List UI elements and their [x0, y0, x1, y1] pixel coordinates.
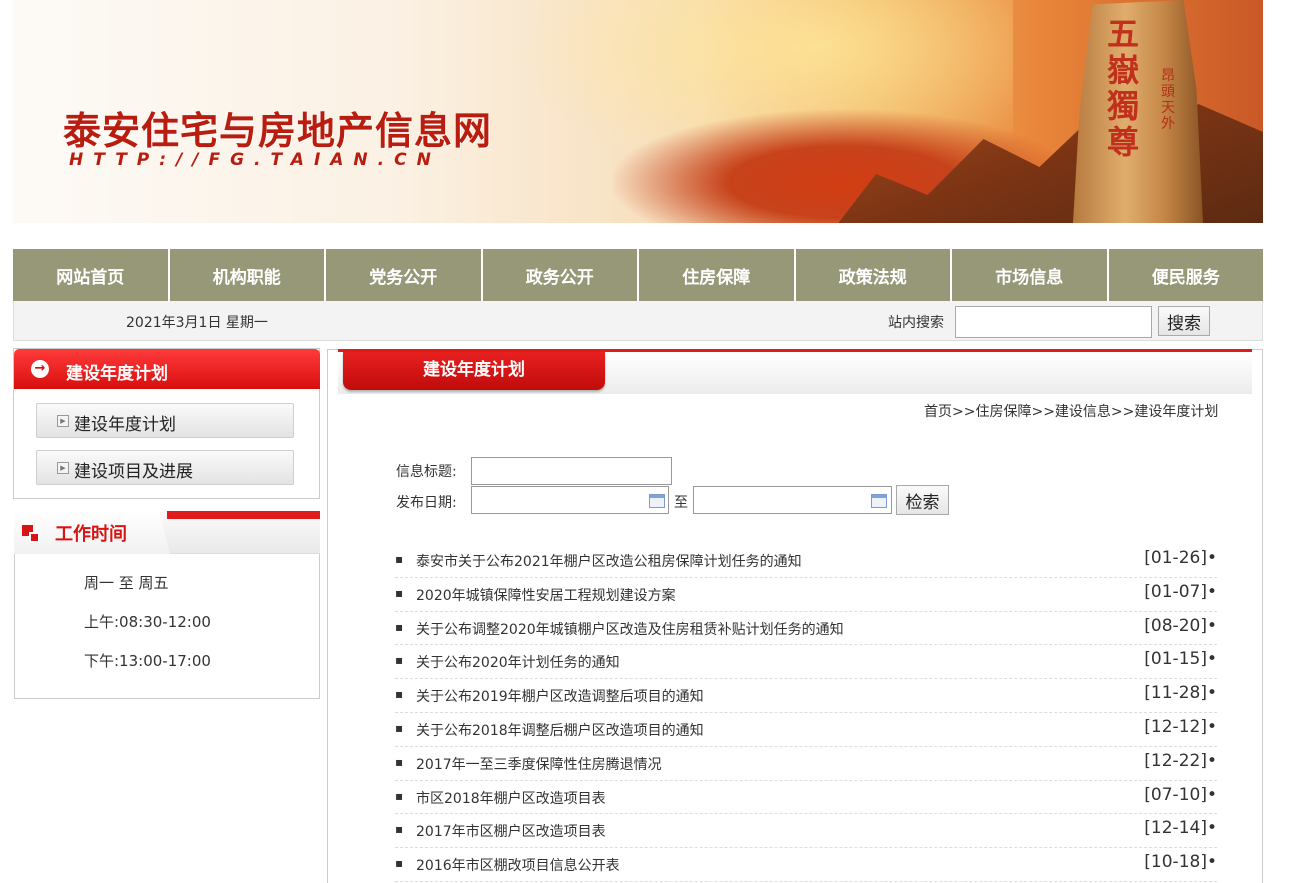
nav-item-market-info[interactable]: 市场信息	[952, 249, 1109, 301]
main-section-tab: 建设年度计划	[343, 352, 605, 390]
bullet-icon: ▪	[395, 687, 404, 702]
bullet-icon: ▪	[395, 856, 404, 871]
list-item-title[interactable]: 关于公布2020年计划任务的通知	[416, 652, 620, 672]
list-item-title[interactable]: 2016年市区棚改项目信息公开表	[416, 855, 620, 875]
end-date-input[interactable]	[693, 486, 892, 514]
sidebar-menu-header: → 建设年度计划	[14, 349, 320, 389]
sidebar-item-label: 建设年度计划	[74, 415, 176, 435]
bullet-icon: ▪	[395, 720, 404, 735]
sidebar-item-project-progress[interactable]: ▶ 建设项目及进展	[36, 450, 294, 485]
site-url: HTTP://FG.TAIAN.CN	[69, 150, 441, 170]
banner-rock-small-inscription: 昂頭天外	[1161, 68, 1175, 132]
sidebar-item-label: 建设项目及进展	[74, 462, 193, 482]
nav-item-organization[interactable]: 机构职能	[169, 249, 326, 301]
bullet-icon: ▪	[395, 619, 404, 634]
work-hours-title: 工作时间	[55, 524, 127, 545]
site-banner: 五嶽獨尊 昂頭天外 泰安住宅与房地产信息网 HTTP://FG.TAIAN.CN	[13, 0, 1263, 223]
sidebar-menu-title: 建设年度计划	[66, 364, 168, 384]
sidebar-item-annual-plan[interactable]: ▶ 建设年度计划	[36, 403, 294, 438]
nav-item-party-affairs[interactable]: 党务公开	[326, 249, 483, 301]
list-item-date: [07-10]•	[1144, 784, 1217, 805]
list-item[interactable]: ▪ 关于公布2018年调整后棚户区改造项目的通知 [12-12]•	[395, 713, 1217, 747]
bullet-icon: ▪	[395, 653, 404, 668]
start-date-input[interactable]	[471, 486, 669, 514]
bullet-icon: ▪	[395, 552, 404, 566]
work-morning-hours: 上午:08:30-12:00	[84, 613, 211, 631]
work-hours-header: 工作时间	[14, 511, 320, 554]
main-content-header: 建设年度计划	[338, 349, 1252, 394]
list-item-date: [11-28]•	[1144, 683, 1217, 704]
info-bar: 2021年3月1日 星期一 站内搜索 搜索	[13, 301, 1263, 341]
list-item[interactable]: ▪ 2020年城镇保障性安居工程规划建设方案 [01-07]•	[395, 578, 1217, 612]
work-days: 周一 至 周五	[84, 574, 169, 592]
arrow-right-circle-icon: →	[31, 360, 49, 378]
bullet-icon: ▪	[395, 788, 404, 803]
bullet-icon: ▪	[395, 585, 404, 600]
list-item-title[interactable]: 2017年市区棚户区改造项目表	[416, 821, 606, 841]
list-item-title[interactable]: 关于公布2018年调整后棚户区改造项目的通知	[416, 720, 704, 740]
list-item[interactable]: ▪ 关于公布调整2020年城镇棚户区改造及住房租赁补贴计划任务的通知 [08-20]…	[395, 612, 1217, 646]
publish-date-label: 发布日期:	[396, 495, 457, 511]
list-item-date: [08-20]•	[1144, 615, 1217, 636]
article-list: ▪ 泰安市关于公布2021年棚户区改造公租房保障计划任务的通知 [01-26]• ▪ 2…	[395, 544, 1217, 882]
work-afternoon-hours: 下午:13:00-17:00	[84, 652, 211, 670]
nav-item-home[interactable]: 网站首页	[13, 249, 170, 301]
calendar-icon[interactable]	[871, 494, 887, 508]
calendar-icon[interactable]	[649, 494, 665, 508]
list-item[interactable]: ▪ 2016年市区棚改项目信息公开表 [10-18]•	[395, 848, 1217, 882]
header-accent-bar	[167, 511, 320, 519]
list-item-title[interactable]: 关于公布2019年棚户区改造调整后项目的通知	[416, 686, 704, 706]
squares-icon	[22, 525, 40, 543]
play-arrow-icon: ▶	[57, 462, 69, 474]
list-item-date: [01-26]•	[1144, 548, 1217, 568]
nav-item-housing-security[interactable]: 住房保障	[639, 249, 796, 301]
nav-item-public-services[interactable]: 便民服务	[1108, 249, 1263, 301]
list-item[interactable]: ▪ 2017年一至三季度保障性住房腾退情况 [12-22]•	[395, 747, 1217, 781]
list-item-date: [10-18]•	[1144, 852, 1217, 873]
nav-item-policies[interactable]: 政策法规	[795, 249, 952, 301]
list-item-date: [01-07]•	[1144, 581, 1217, 602]
list-item-date: [12-22]•	[1144, 750, 1217, 771]
current-date: 2021年3月1日 星期一	[126, 315, 268, 331]
retrieve-button[interactable]: 检索	[896, 485, 949, 515]
site-search-button[interactable]: 搜索	[1158, 306, 1210, 336]
main-nav: 网站首页 机构职能 党务公开 政务公开 住房保障 政策法规 市场信息 便民服务	[13, 249, 1263, 301]
bullet-icon: ▪	[395, 754, 404, 769]
play-arrow-icon: ▶	[57, 415, 69, 427]
site-search-label: 站内搜索	[888, 315, 944, 331]
date-range-separator: 至	[674, 495, 688, 511]
list-item[interactable]: ▪ 关于公布2019年棚户区改造调整后项目的通知 [11-28]•	[395, 679, 1217, 713]
list-item[interactable]: ▪ 泰安市关于公布2021年棚户区改造公租房保障计划任务的通知 [01-26]•	[395, 544, 1217, 578]
site-search-input[interactable]	[955, 306, 1152, 338]
list-item-title[interactable]: 泰安市关于公布2021年棚户区改造公租房保障计划任务的通知	[416, 551, 802, 571]
list-item-date: [12-14]•	[1144, 818, 1217, 839]
banner-rock-inscription: 五嶽獨尊	[1106, 15, 1139, 161]
info-title-input[interactable]	[471, 457, 672, 485]
list-item[interactable]: ▪ 2017年市区棚户区改造项目表 [12-14]•	[395, 814, 1217, 849]
list-item-title[interactable]: 关于公布调整2020年城镇棚户区改造及住房租赁补贴计划任务的通知	[416, 619, 844, 639]
site-title: 泰安住宅与房地产信息网	[63, 108, 493, 153]
list-item[interactable]: ▪ 关于公布2020年计划任务的通知 [01-15]•	[395, 645, 1217, 680]
bullet-icon: ▪	[395, 822, 404, 837]
list-item[interactable]: ▪ 市区2018年棚户区改造项目表 [07-10]•	[395, 781, 1217, 815]
list-item-title[interactable]: 2020年城镇保障性安居工程规划建设方案	[416, 585, 676, 605]
list-item-title[interactable]: 2017年一至三季度保障性住房腾退情况	[416, 754, 662, 774]
list-item-date: [12-12]•	[1144, 716, 1217, 737]
list-item-title[interactable]: 市区2018年棚户区改造项目表	[416, 788, 606, 808]
info-title-label: 信息标题:	[396, 464, 457, 480]
nav-item-government-affairs[interactable]: 政务公开	[482, 249, 639, 301]
list-item-date: [01-15]•	[1144, 649, 1217, 670]
breadcrumb: 首页>>住房保障>>建设信息>>建设年度计划	[924, 404, 1219, 420]
